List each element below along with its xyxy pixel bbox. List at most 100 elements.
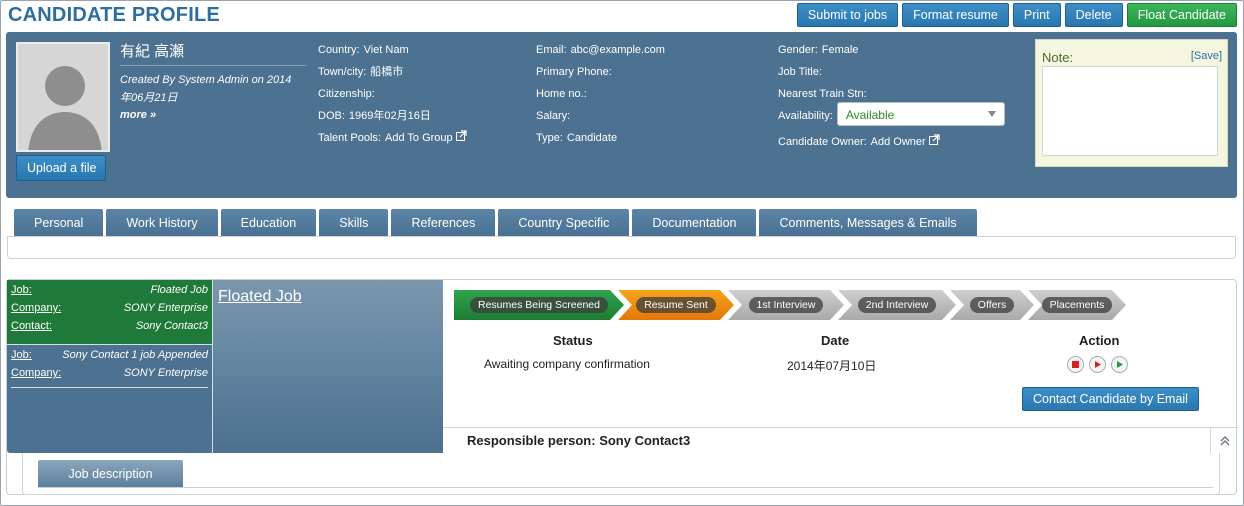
toolbar: Submit to jobs Format resume Print Delet… [796, 3, 1237, 27]
tab-documentation[interactable]: Documentation [632, 209, 757, 236]
add-to-group-link[interactable]: Add To Group [385, 130, 453, 146]
job-description-panel: Job description [22, 453, 1220, 495]
created-line-2: 年06月21日 [120, 92, 178, 104]
created-info: Created By System Admin on 2014 年06月21日 [120, 71, 310, 107]
selected-job-title[interactable]: Floated Job [218, 288, 302, 306]
play-green-icon[interactable] [1111, 356, 1128, 373]
company-value: SONY Enterprise [123, 302, 208, 314]
type-value: Candidate [566, 132, 618, 144]
primary-phone-label: Primary Phone: [536, 66, 612, 78]
candidate-name: 有紀 高瀬 [120, 43, 185, 60]
chevron-double-up-icon [1220, 435, 1229, 445]
town-label: Town/city: [318, 66, 367, 78]
contact-value: Sony Contact3 [135, 320, 208, 332]
dob-value: 1969年02月16日 [348, 110, 431, 122]
tab-skills[interactable]: Skills [319, 209, 389, 236]
profile-column-location: Country: Viet Nam Town/city: 船橋市 Citizensh… [318, 42, 467, 152]
stage-resume-sent[interactable]: Resume Sent [618, 290, 734, 320]
availability-label: Availability: [778, 110, 833, 122]
dob-label: DOB: [318, 110, 345, 122]
job-description-divider [38, 487, 1213, 488]
candidate-owner-label: Candidate Owner: [778, 136, 867, 148]
pipeline-stages: Resumes Being Screened Resume Sent 1st I… [454, 290, 1120, 320]
stage-label: Offers [970, 297, 1014, 313]
print-button[interactable]: Print [1012, 3, 1061, 27]
talent-pools-label: Talent Pools: [318, 132, 381, 144]
company-value: SONY Enterprise [123, 367, 208, 379]
name-divider [120, 65, 306, 66]
town-value: 船橋市 [370, 66, 404, 78]
profile-column-contact: Email: abc@example.com Primary Phone: Hom… [536, 42, 665, 152]
note-textarea[interactable] [1042, 66, 1218, 156]
tab-country-specific[interactable]: Country Specific [498, 209, 630, 236]
tab-job-description[interactable]: Job description [38, 460, 183, 487]
upload-file-button[interactable]: Upload a file [16, 155, 106, 181]
created-line-1: Created By System Admin on 2014 [120, 74, 292, 86]
profile-column-details: Gender: Female Job Title: Nearest Train S… [778, 42, 1005, 156]
gender-value: Female [821, 44, 859, 56]
job-value: Sony Contact 1 job Appended [62, 349, 208, 361]
job-list-divider [11, 387, 208, 388]
format-resume-button[interactable]: Format resume [902, 3, 1009, 27]
profile-panel: Upload a file 有紀 高瀬 Created By System Ad… [6, 32, 1237, 198]
note-save-link[interactable]: [Save] [1191, 50, 1222, 62]
availability-select[interactable]: Available [836, 102, 1005, 126]
job-value: Floated Job [150, 284, 208, 296]
avatar-placeholder [16, 42, 110, 152]
stage-label: Resume Sent [636, 297, 716, 313]
stage-2nd-interview[interactable]: 2nd Interview [838, 290, 956, 320]
salary-label: Salary: [536, 110, 571, 122]
profile-tabs: Personal Work History Education Skills R… [14, 209, 977, 244]
external-link-icon[interactable] [455, 130, 467, 141]
action-icons [1067, 356, 1128, 373]
date-value: 2014年07月10日 [787, 359, 877, 373]
stage-offers[interactable]: Offers [950, 290, 1034, 320]
home-number-label: Home no.: [536, 88, 587, 100]
responsible-row: Responsible person: Sony Contact3 [443, 427, 1238, 453]
train-station-label: Nearest Train Stn: [778, 88, 867, 100]
country-label: Country: [318, 44, 360, 56]
tab-work-history[interactable]: Work History [106, 209, 218, 236]
job-list-item[interactable]: Job: Sony Contact 1 job Appended Company:… [7, 345, 212, 385]
note-label: Note: [1042, 50, 1074, 65]
responsible-person: Responsible person: Sony Contact3 [467, 433, 691, 448]
external-link-icon[interactable] [928, 134, 940, 145]
tab-comments-messages-emails[interactable]: Comments, Messages & Emails [759, 209, 977, 236]
add-owner-link[interactable]: Add Owner [871, 134, 926, 150]
stage-label: 1st Interview [749, 297, 824, 313]
play-red-icon[interactable] [1089, 356, 1106, 373]
page-title: CANDIDATE PROFILE [8, 4, 220, 26]
email-value: abc@example.com [570, 44, 665, 56]
float-candidate-button[interactable]: Float Candidate [1126, 3, 1237, 27]
contact-candidate-email-button[interactable]: Contact Candidate by Email [1022, 387, 1199, 411]
job-label: Job: [11, 284, 32, 296]
status-header: Status [553, 333, 593, 348]
type-label: Type: [536, 132, 563, 144]
stage-1st-interview[interactable]: 1st Interview [728, 290, 844, 320]
tab-references[interactable]: References [391, 209, 496, 236]
stage-label: Placements [1042, 297, 1113, 313]
job-list: Job: Floated Job Company: SONY Enterprise … [7, 280, 212, 453]
gender-label: Gender: [778, 44, 818, 56]
action-header: Action [1079, 333, 1120, 348]
stage-resumes-screened[interactable]: Resumes Being Screened [454, 290, 624, 320]
email-label: Email: [536, 44, 567, 56]
country-value: Viet Nam [363, 44, 409, 56]
status-value: Awaiting company confirmation [484, 357, 650, 371]
more-link[interactable]: more » [120, 109, 156, 121]
tab-education[interactable]: Education [220, 209, 317, 236]
tab-personal[interactable]: Personal [14, 209, 104, 244]
company-label: Company: [11, 302, 62, 314]
job-title-pane: Floated Job [212, 280, 443, 453]
contact-label: Contact: [11, 320, 52, 332]
job-title-label: Job Title: [778, 66, 823, 78]
availability-value: Available [845, 108, 895, 122]
stop-icon[interactable] [1067, 356, 1084, 373]
submit-to-jobs-button[interactable]: Submit to jobs [796, 3, 899, 27]
stage-placements[interactable]: Placements [1028, 290, 1126, 320]
company-label: Company: [11, 367, 62, 379]
collapse-button[interactable] [1210, 428, 1238, 453]
job-list-item-selected[interactable]: Job: Floated Job Company: SONY Enterprise … [7, 280, 212, 345]
citizenship-label: Citizenship: [318, 88, 375, 100]
delete-button[interactable]: Delete [1064, 3, 1123, 27]
